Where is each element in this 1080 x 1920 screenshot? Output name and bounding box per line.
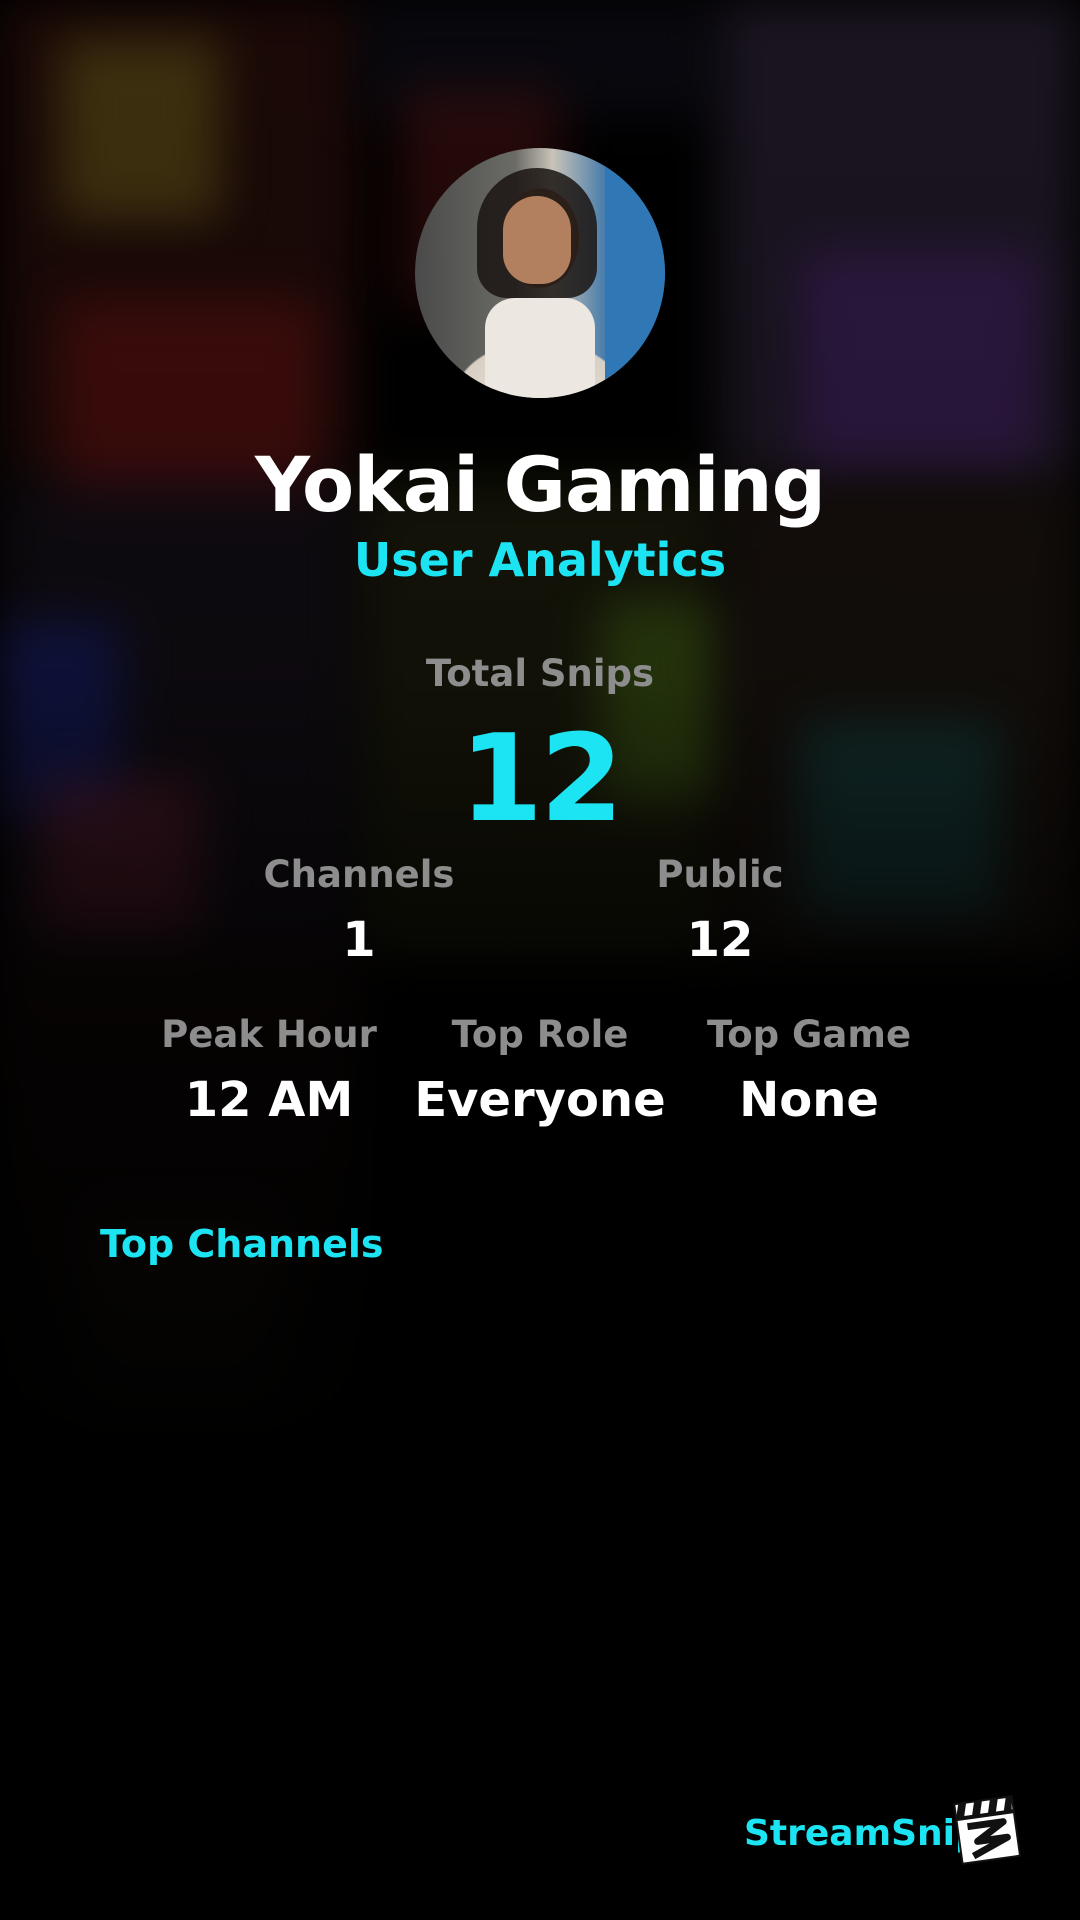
peak-hour-value: 12 AM: [184, 1072, 354, 1128]
top-role-label: Top Role: [451, 1013, 629, 1056]
avatar: [415, 148, 665, 398]
top-game-label: Top Game: [706, 1013, 912, 1056]
top-game-value: None: [739, 1072, 879, 1128]
top-role-value: Everyone: [414, 1072, 666, 1128]
brand-name: StreamSnip: [744, 1813, 981, 1854]
avatar-face: [503, 196, 571, 284]
analytics-card: Yokai Gaming User Analytics Total Snips …: [0, 0, 1080, 1920]
total-snips-label: Total Snips: [425, 652, 655, 695]
peak-hour-label: Peak Hour: [161, 1013, 377, 1056]
public-label: Public: [656, 853, 784, 896]
avatar-clothing: [485, 298, 595, 398]
avatar-door: [605, 148, 665, 398]
total-snips-value: 12: [459, 710, 624, 849]
top-channels-heading: Top Channels: [100, 1222, 384, 1266]
page-subtitle: User Analytics: [353, 533, 727, 587]
channels-label: Channels: [263, 853, 455, 896]
public-value: 12: [686, 912, 754, 968]
channels-value: 1: [342, 912, 376, 968]
page-title: Yokai Gaming: [254, 440, 826, 529]
clapperboard-icon: [953, 1795, 1022, 1865]
